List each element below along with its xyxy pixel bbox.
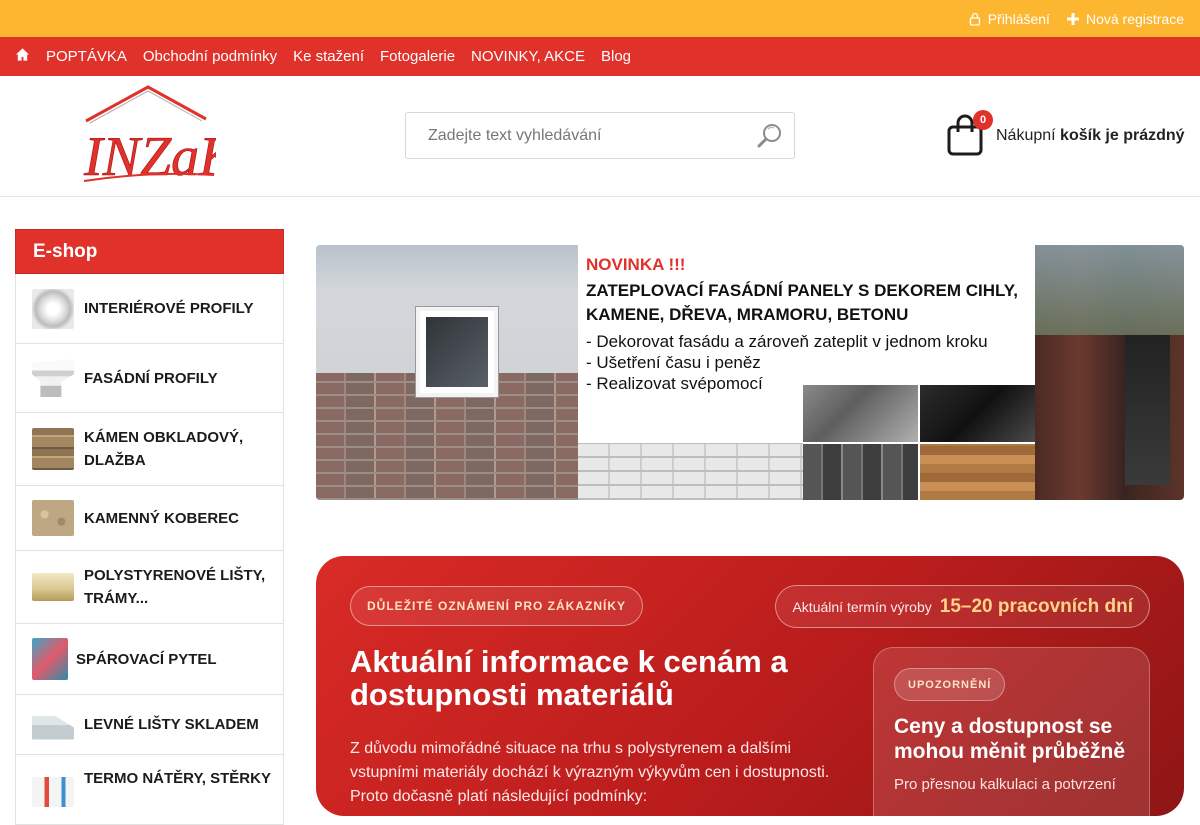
logo-graphic: INZaK	[83, 85, 239, 188]
sidebar-title: E-shop	[15, 229, 284, 274]
banner-window	[416, 307, 498, 397]
banner-container-photo	[316, 245, 578, 500]
stone-tile-swatch	[803, 443, 918, 500]
site-header: INZaK 0 Nákupní košík je prázdný	[0, 76, 1200, 197]
warning-tag: UPOZORNĚNÍ	[894, 668, 1006, 701]
search-icon[interactable]	[757, 122, 784, 149]
stone-thumb	[32, 428, 74, 470]
sidebar-item-kamen-obkladovy[interactable]: KÁMEN OBKLADOVÝ, DLAŽBA	[15, 413, 284, 486]
sidebar-item-label: KAMENNÝ KOBEREC	[84, 509, 240, 527]
sidebar-item-fasadni-profily[interactable]: FASÁDNÍ PROFILY	[15, 344, 284, 413]
paint-thumb	[32, 777, 74, 807]
home-icon	[15, 48, 30, 61]
login-link[interactable]: Přihlášení	[968, 11, 1050, 27]
banner-bullet: - Dekorovat fasádu a zároveň zateplit v …	[586, 332, 988, 351]
nav-item-obchodni-podminky[interactable]: Obchodní podmínky	[143, 48, 277, 65]
molding-thumb	[32, 709, 74, 740]
eshop-sidebar: E-shop INTERIÉROVÉ PROFILY FASÁDNÍ PROFI…	[15, 229, 284, 825]
notice-text: Z důvodu mimořádné situace na trhu s pol…	[350, 740, 830, 805]
customer-notice: DŮLEŽITÉ OZNÁMENÍ PRO ZÁKAZNÍKY Aktuální…	[316, 556, 1184, 816]
cart-text: Nákupní košík je prázdný	[996, 127, 1185, 145]
search-input[interactable]	[406, 113, 736, 158]
banner-brick-house-photo	[1035, 245, 1184, 500]
sidebar-item-label: POLYSTYRENOVÉ LIŠTY, TRÁMY...	[84, 567, 266, 607]
production-term-label: Aktuální termín výroby	[792, 598, 932, 615]
shopping-bag-icon: 0	[946, 110, 993, 156]
notice-title: Aktuální informace k cenám a dostupnosti…	[350, 644, 788, 712]
notice-badge: DŮLEŽITÉ OZNÁMENÍ PRO ZÁKAZNÍKY	[350, 586, 643, 626]
sidebar-item-sparovaci-pytel[interactable]: SPÁROVACÍ PYTEL	[15, 624, 284, 695]
banner-bullet: - Ušetření času i peněz	[586, 353, 761, 372]
search-box	[405, 112, 795, 159]
plus-icon	[1066, 12, 1079, 25]
banner-text-panel: NOVINKA !!! ZATEPLOVACÍ FASÁDNÍ PANELY S…	[578, 245, 1035, 500]
warning-text: Pro přesnou kalkulaci a potvrzení	[894, 776, 1116, 793]
warning-title: Ceny a dostupnost se mohou měnit průběžn…	[894, 715, 1125, 763]
lock-icon	[969, 12, 980, 26]
nav-item-blog[interactable]: Blog	[601, 48, 631, 65]
sidebar-item-label: INTERIÉROVÉ PROFILY	[84, 300, 254, 317]
wood-swatch	[920, 443, 1035, 500]
sidebar-item-label: FASÁDNÍ PROFILY	[84, 369, 218, 387]
top-bar: Přihlášení Nová registrace	[0, 0, 1200, 37]
gravel-thumb	[32, 500, 74, 536]
cart-label: Nákupní	[996, 127, 1056, 144]
sidebar-item-kamenny-koberec[interactable]: KAMENNÝ KOBEREC	[15, 486, 284, 551]
marble-swatch	[920, 385, 1035, 442]
register-label: Nová registrace	[1085, 10, 1184, 27]
production-term-value: 15–20 pracovních dní	[939, 595, 1133, 617]
decor-swatches	[803, 385, 1035, 500]
sidebar-item-termo-natery[interactable]: TERMO NÁTĚRY, STĚRKY	[15, 755, 284, 825]
login-label: Přihlášení	[987, 10, 1050, 27]
sidebar-item-levne-listy[interactable]: LEVNÉ LIŠTY SKLADEM	[15, 695, 284, 755]
sidebar-item-label: TERMO NÁTĚRY, STĚRKY	[84, 770, 271, 787]
cart-count-badge: 0	[973, 110, 993, 130]
cart-status: košík je prázdný	[1060, 127, 1185, 144]
bag-thumb	[32, 638, 68, 680]
nav-item-fotogalerie[interactable]: Fotogalerie	[380, 48, 455, 65]
nav-item-novinky-akce[interactable]: NOVINKY, AKCE	[471, 48, 585, 65]
nav-item-poptavka[interactable]: POPTÁVKA	[46, 48, 127, 65]
cornice-thumb	[32, 359, 74, 397]
banner-headline: NOVINKA !!!	[586, 255, 686, 274]
concrete-swatch	[803, 385, 918, 442]
sidebar-item-label: KÁMEN OBKLADOVÝ, DLAŽBA	[84, 429, 244, 469]
home-link[interactable]	[15, 47, 30, 66]
banner-subheadline: ZATEPLOVACÍ FASÁDNÍ PANELY S DEKOREM CIH…	[586, 281, 1018, 324]
nav-item-ke-stazeni[interactable]: Ke stažení	[293, 48, 364, 65]
main-nav: POPTÁVKA Obchodní podmínky Ke stažení Fo…	[0, 37, 1200, 76]
sidebar-item-interierove-profily[interactable]: INTERIÉROVÉ PROFILY	[15, 274, 284, 344]
beam-thumb	[32, 573, 74, 601]
site-logo[interactable]: INZaK	[80, 85, 239, 188]
rosette-thumb	[32, 288, 74, 329]
sidebar-item-label: SPÁROVACÍ PYTEL	[76, 650, 217, 668]
promo-banner[interactable]: NOVINKA !!! ZATEPLOVACÍ FASÁDNÍ PANELY S…	[316, 245, 1184, 500]
sidebar-item-polystyrenove-listy[interactable]: POLYSTYRENOVÉ LIŠTY, TRÁMY...	[15, 551, 284, 624]
production-term-pill: Aktuální termín výroby 15–20 pracovních …	[775, 585, 1150, 628]
cart-widget[interactable]: 0 Nákupní košík je prázdný	[946, 110, 1185, 156]
warning-card: UPOZORNĚNÍ Ceny a dostupnost se mohou mě…	[873, 647, 1150, 816]
sidebar-item-label: LEVNÉ LIŠTY SKLADEM	[84, 716, 259, 733]
register-link[interactable]: Nová registrace	[1066, 11, 1184, 27]
